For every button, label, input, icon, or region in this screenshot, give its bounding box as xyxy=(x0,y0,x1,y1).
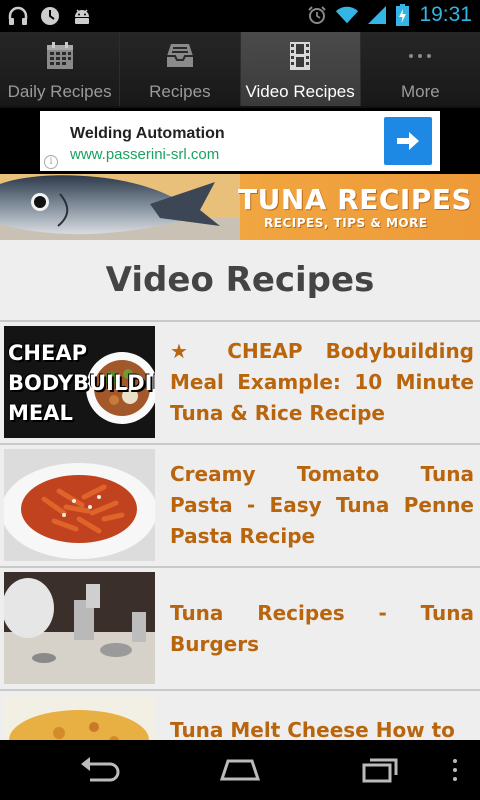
tab-label: Video Recipes xyxy=(245,82,355,101)
headphones-icon xyxy=(6,4,30,28)
tab-label: Recipes xyxy=(149,82,211,101)
tab-label: More xyxy=(401,82,440,101)
banner-subtitle: RECIPES, TIPS & MORE xyxy=(264,216,428,230)
ad-title: Welding Automation xyxy=(70,125,225,142)
android-icon xyxy=(70,4,94,28)
film-icon xyxy=(284,40,316,72)
alarm-icon xyxy=(305,3,329,27)
overflow-menu-button[interactable] xyxy=(440,752,470,788)
back-arrow-icon xyxy=(81,757,120,782)
tab-more[interactable]: More xyxy=(360,32,480,106)
video-title: Tuna Melt Cheese How to xyxy=(170,718,455,740)
ad-url: www.passerini-srl.com xyxy=(70,146,220,163)
ad-area: Welding Automation www.passerini-srl.com… xyxy=(0,108,480,174)
video-title: Creamy Tomato Tuna Pasta - Easy Tuna Pen… xyxy=(170,462,474,548)
clock-icon xyxy=(38,4,62,28)
back-button[interactable] xyxy=(76,752,124,788)
video-title: Tuna Recipes - Tuna Burgers xyxy=(170,600,474,656)
home-button[interactable] xyxy=(216,752,264,788)
battery-icon xyxy=(395,3,409,27)
banner-title: TUNA RECIPES xyxy=(238,183,473,216)
video-list-item[interactable]: Creamy Tomato Tuna Pasta - Easy Tuna Pen… xyxy=(0,443,480,566)
tab-video-recipes[interactable]: Video Recipes xyxy=(240,32,361,106)
ad-info-icon[interactable]: i xyxy=(44,155,58,169)
page-title: Video Recipes xyxy=(105,260,375,300)
app-header-banner: TUNA RECIPES RECIPES, TIPS & MORE xyxy=(0,174,480,240)
home-icon xyxy=(219,759,261,781)
calendar-icon xyxy=(44,40,76,72)
more-icon xyxy=(404,40,436,72)
overflow-dots-icon xyxy=(453,759,457,781)
arrow-right-icon xyxy=(397,132,419,150)
video-list-item[interactable]: Tuna Recipes - Tuna Burgers xyxy=(0,566,480,689)
signal-icon xyxy=(365,3,389,27)
status-bar: 19:31 xyxy=(0,0,480,32)
recent-apps-button[interactable] xyxy=(356,752,404,788)
ad-go-button[interactable] xyxy=(384,117,432,165)
recent-apps-icon xyxy=(362,758,398,783)
tuna-fish-image xyxy=(0,174,240,240)
tab-bar: Daily Recipes Recipes Video Recipes More xyxy=(0,32,480,108)
video-thumbnail xyxy=(4,695,155,740)
tab-recipes[interactable]: Recipes xyxy=(120,32,241,106)
tab-daily-recipes[interactable]: Daily Recipes xyxy=(0,32,121,106)
video-thumbnail: CHEAP BODYBUILDING MEAL xyxy=(4,326,155,438)
wifi-icon xyxy=(335,3,359,27)
video-list-item[interactable]: CHEAP BODYBUILDING MEAL ★ CHEAP Bodybuil… xyxy=(0,320,480,443)
system-nav-bar xyxy=(0,740,480,800)
tab-label: Daily Recipes xyxy=(7,82,112,101)
video-thumbnail xyxy=(4,572,155,684)
video-list-screen: Video Recipes CHEAP BODYBUILDING MEAL ★ … xyxy=(0,240,480,740)
ad-banner[interactable]: Welding Automation www.passerini-srl.com… xyxy=(40,111,440,171)
video-thumbnail xyxy=(4,449,155,561)
inbox-icon xyxy=(164,40,196,72)
thumbnail-caption: CHEAP BODYBUILDING MEAL xyxy=(8,341,155,425)
status-clock: 19:31 xyxy=(419,3,472,26)
video-title: ★ CHEAP Bodybuilding Meal Example: 10 Mi… xyxy=(170,339,474,425)
video-list-item[interactable]: Tuna Melt Cheese How to xyxy=(0,689,480,740)
